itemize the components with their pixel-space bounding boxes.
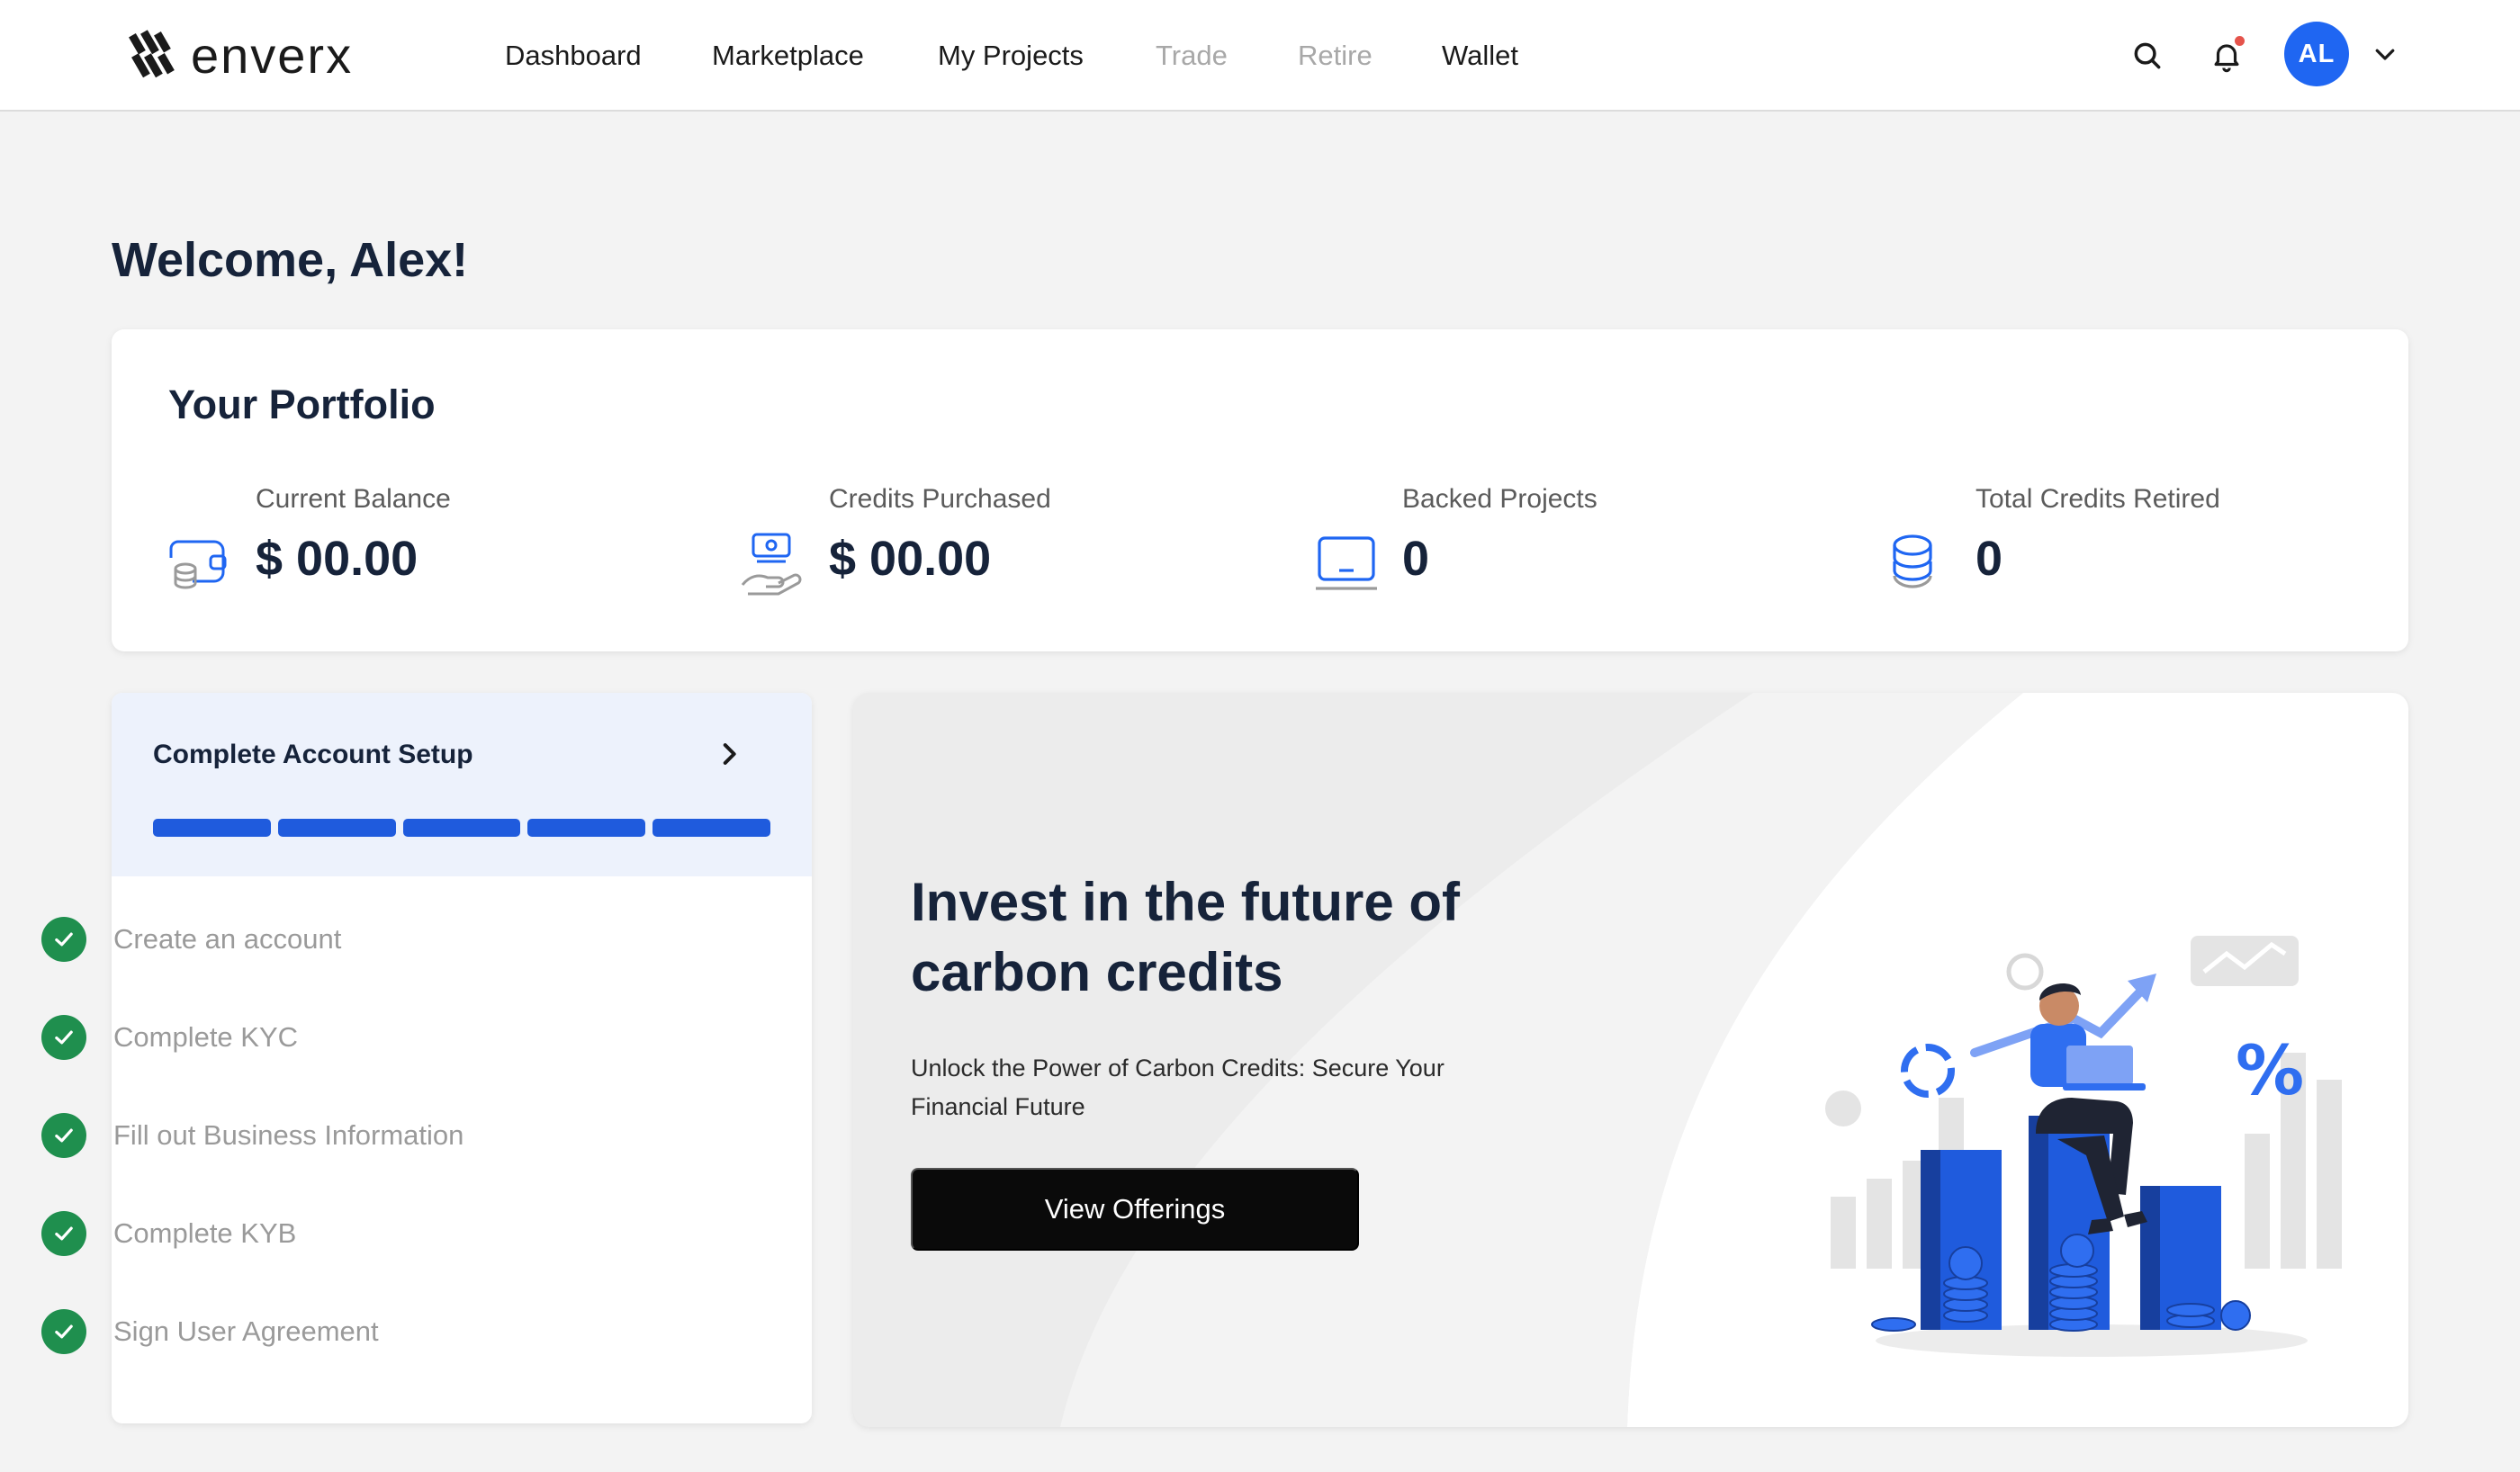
check-icon <box>41 1211 86 1256</box>
account-menu-toggle[interactable] <box>2367 36 2403 72</box>
search-button[interactable] <box>2124 32 2171 79</box>
stat-label: Backed Projects <box>1402 484 1598 514</box>
stat-label: Total Credits Retired <box>1976 484 2220 514</box>
setup-step-label: Complete KYC <box>113 1021 299 1053</box>
portfolio-card: Your Portfolio Current Balance $ 00.00 C… <box>112 329 2408 651</box>
check-icon <box>41 1015 86 1060</box>
progress-segment <box>153 819 271 837</box>
nav-dashboard[interactable]: Dashboard <box>505 34 642 77</box>
stat-value: 0 <box>1976 532 2003 586</box>
stat-label: Current Balance <box>256 484 451 514</box>
setup-step: Complete KYB <box>41 1208 296 1259</box>
nav-trade: Trade <box>1156 40 1228 71</box>
stat-total-credits-retired: Total Credits Retired 0 <box>1886 484 2390 592</box>
cash-hand-icon <box>741 533 802 596</box>
promo-subtitle: Unlock the Power of Carbon Credits: Secu… <box>911 1055 1444 1120</box>
nav-retire: Retire <box>1298 40 1372 71</box>
check-icon <box>41 1309 86 1354</box>
account-setup-expand-button[interactable] <box>709 734 749 774</box>
setup-step: Sign User Agreement <box>41 1306 379 1357</box>
promo-title: Invest in the future of carbon credits <box>911 872 1461 1002</box>
wallet-coins-icon <box>169 540 227 589</box>
account-setup-header[interactable]: Complete Account Setup <box>112 693 812 876</box>
progress-segment <box>277 819 396 837</box>
laptop-icon <box>1316 536 1377 590</box>
stat-value: 0 <box>1402 532 1430 586</box>
stat-credits-purchased: Credits Purchased $ 00.00 <box>739 484 1243 596</box>
account-setup-title: Complete Account Setup <box>153 740 473 769</box>
portfolio-title: Your Portfolio <box>168 381 436 427</box>
stat-label: Credits Purchased <box>829 484 1051 514</box>
top-navbar: enverx Dashboard Marketplace My Projects… <box>0 0 2520 112</box>
nav-my-projects[interactable]: My Projects <box>938 34 1084 77</box>
notification-dot <box>2235 36 2245 46</box>
view-offerings-button[interactable]: View Offerings <box>911 1168 1359 1251</box>
setup-step: Create an account <box>41 914 341 965</box>
notifications-button[interactable] <box>2203 32 2250 79</box>
progress-segment <box>402 819 521 837</box>
avatar[interactable]: AL <box>2284 22 2349 86</box>
setup-step-label: Fill out Business Information <box>113 1119 464 1151</box>
stat-backed-projects: Backed Projects 0 <box>1312 484 1816 592</box>
nav-marketplace[interactable]: Marketplace <box>712 34 864 77</box>
svg-text:%: % <box>2236 1030 2304 1110</box>
setup-step-label: Sign User Agreement <box>113 1315 379 1347</box>
chevron-down-icon <box>2375 49 2395 60</box>
stat-value: $ 00.00 <box>256 532 418 586</box>
chevron-right-icon <box>723 743 736 765</box>
promo-banner: Invest in the future of carbon credits U… <box>853 693 2408 1427</box>
check-icon <box>41 1113 86 1158</box>
logo[interactable]: enverx <box>124 23 353 88</box>
stat-current-balance: Current Balance $ 00.00 <box>166 484 670 592</box>
search-icon <box>2134 42 2161 69</box>
progress-segment <box>527 819 646 837</box>
setup-step-label: Create an account <box>113 923 342 955</box>
logo-text: enverx <box>191 27 354 84</box>
setup-step: Complete KYC <box>41 1012 298 1063</box>
check-icon <box>41 917 86 962</box>
setup-progress-bar <box>153 819 770 837</box>
stat-value: $ 00.00 <box>829 532 992 586</box>
investment-illustration: % <box>1825 936 2342 1357</box>
welcome-heading: Welcome, Alex! <box>112 233 469 287</box>
setup-step-label: Complete KYB <box>113 1217 297 1249</box>
setup-step: Fill out Business Information <box>41 1110 464 1161</box>
enverx-logo-icon <box>129 30 175 78</box>
nav-wallet[interactable]: Wallet <box>1442 34 1518 77</box>
progress-segment <box>652 819 770 837</box>
coin-stack-icon <box>1893 534 1932 588</box>
